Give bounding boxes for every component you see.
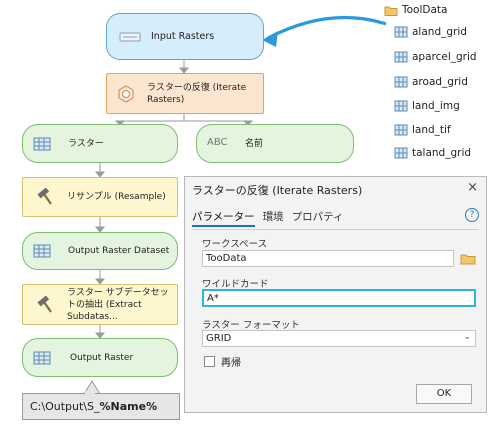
input-rasters-node[interactable]: Input Rasters [106,13,264,60]
raster-format-label: ラスター フォーマット [202,320,300,331]
iterator-icon [118,84,134,103]
name-variable-node[interactable]: ABC 名前 [196,124,354,163]
file-name: land_img [412,100,460,112]
file-name: land_tif [412,124,451,136]
file-item[interactable]: land_img [394,100,460,112]
string-icon: ABC [207,137,228,148]
raster-icon [33,244,51,258]
output-raster-dataset-node[interactable]: Output Raster Dataset [22,232,178,270]
dialog-title: ラスターの反復 (Iterate Rasters) [192,184,363,197]
file-name: taland_grid [412,147,472,159]
resample-label: リサンプル (Resample) [67,192,166,202]
workspace-label: ワークスペース [202,239,268,250]
output-raster-label: Output Raster [70,352,134,363]
file-name: aland_grid [412,26,467,38]
raster-icon [394,51,408,63]
workspace-input[interactable] [202,250,454,267]
output-path-prefix: C:\Output\S_ [30,400,100,413]
wildcard-label: ワイルドカード [202,279,269,290]
file-name: aroad_grid [412,76,468,88]
folder-tooldata[interactable]: ToolData [384,4,447,16]
close-icon[interactable]: × [467,180,478,195]
recursive-label: 再帰 [221,358,241,369]
raster-icon [394,124,408,136]
folder-variable-icon [119,32,141,41]
raster-icon [394,147,408,159]
tab-properties[interactable]: プロパティ [292,209,344,227]
extract-subdatasets-tool-node[interactable]: ラスター サブデータセットの抽出 (Extract Subdatas... [22,284,178,325]
raster-variable-node[interactable]: ラスター [22,124,178,163]
raster-icon [33,137,51,150]
file-name: aparcel_grid [412,51,477,63]
output-path-tooltip: C:\Output\S_ %Name% [22,393,180,420]
resample-tool-node[interactable]: リサンプル (Resample) [22,177,178,217]
iterate-rasters-node[interactable]: ラスターの反復 (Iterate Rasters) [106,73,264,114]
output-raster-dataset-label: Output Raster Dataset [68,246,170,256]
raster-format-select[interactable]: GRID ⌄ [202,330,476,347]
recursive-checkbox[interactable]: 再帰 [204,354,241,369]
help-icon[interactable]: ? [465,208,479,222]
name-variable-label: 名前 [245,138,264,149]
chevron-down-icon: ⌄ [463,332,471,342]
file-item[interactable]: land_tif [394,124,451,136]
extract-subdatasets-label: ラスター サブデータセットの抽出 (Extract Subdatas... [67,287,169,322]
wildcard-input[interactable] [202,289,476,307]
raster-icon [394,100,408,112]
hammer-icon [37,188,52,205]
raster-variable-label: ラスター [68,138,104,149]
tab-parameters[interactable]: パラメーター [192,209,255,227]
file-item[interactable]: taland_grid [394,147,471,159]
dialog-tabs: パラメーター 環境 プロパティ [192,209,344,227]
raster-icon [33,351,51,364]
file-item[interactable]: aroad_grid [394,76,468,88]
output-path-variable: %Name% [99,400,158,413]
tab-environments[interactable]: 環境 [263,209,284,227]
tab-divider [192,229,479,230]
browse-folder-icon[interactable] [460,252,476,265]
raster-icon [394,76,408,88]
iterate-rasters-label: ラスターの反復 (Iterate Rasters) [147,82,247,105]
hammer-icon [37,295,52,313]
checkbox-box[interactable] [204,356,215,367]
raster-icon [394,26,408,38]
file-item[interactable]: aparcel_grid [394,51,477,63]
raster-format-value: GRID [206,333,232,344]
ok-button[interactable]: OK [416,384,472,404]
output-raster-node[interactable]: Output Raster [22,338,178,377]
input-rasters-label: Input Rasters [151,30,215,42]
file-item[interactable]: aland_grid [394,26,467,38]
folder-icon [384,6,398,16]
folder-name: ToolData [402,4,448,16]
